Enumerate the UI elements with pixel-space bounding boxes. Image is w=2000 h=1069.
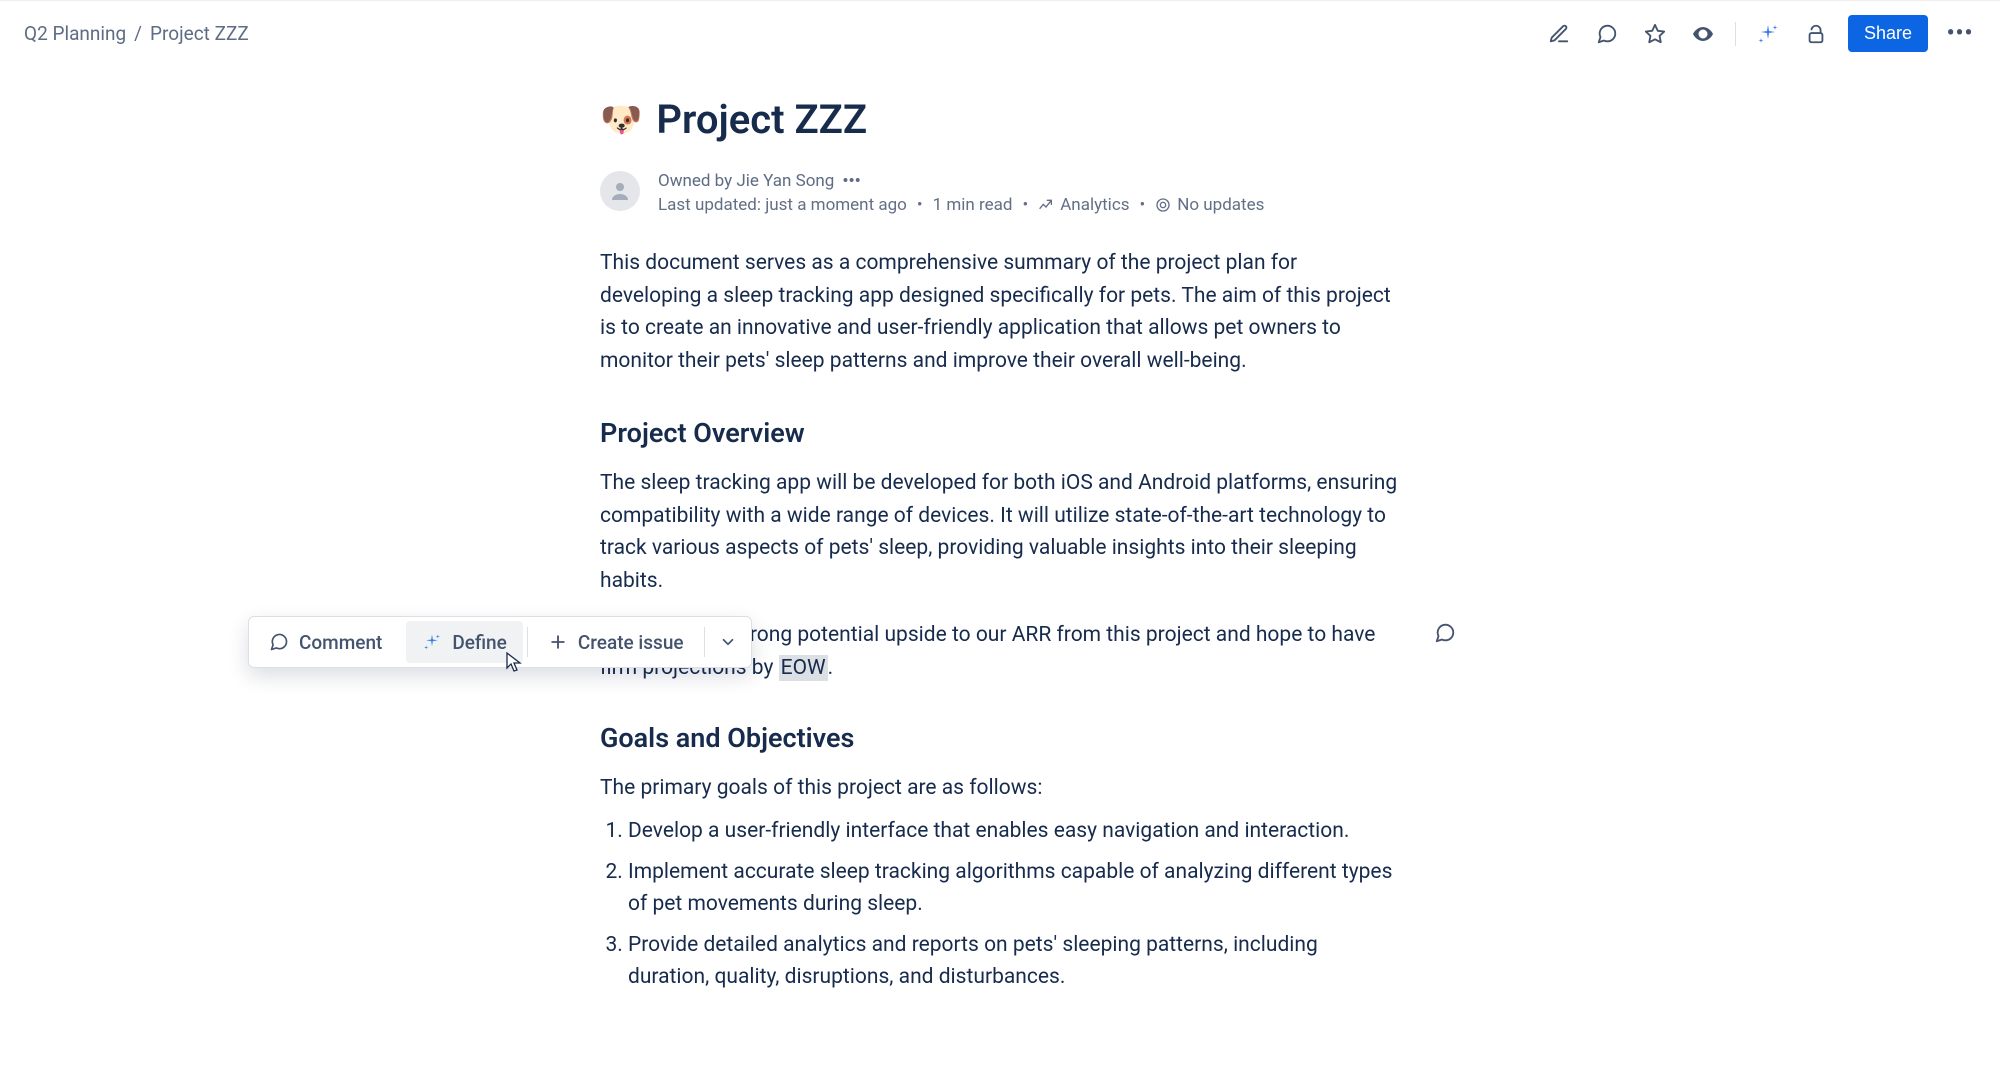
comment-icon[interactable] — [1591, 18, 1623, 50]
owner-label: Owned by Jie Yan Song — [658, 171, 834, 191]
chevron-down-icon — [719, 633, 737, 651]
owner-more-icon[interactable]: ••• — [842, 171, 860, 191]
title-row: 🐶 Project ZZZ — [600, 96, 1400, 143]
selection-toolbar: Comment Define Create issue — [248, 616, 752, 668]
ai-sparkle-icon[interactable] — [1752, 18, 1784, 50]
share-button[interactable]: Share — [1848, 15, 1928, 52]
comment-label: Comment — [299, 631, 382, 654]
analytics-link[interactable]: Analytics — [1038, 195, 1129, 215]
lock-icon[interactable] — [1800, 18, 1832, 50]
create-issue-dropdown[interactable] — [705, 617, 751, 667]
read-time: 1 min read — [933, 195, 1013, 215]
breadcrumb-separator: / — [134, 22, 142, 45]
goals-intro[interactable]: The primary goals of this project are as… — [600, 772, 1400, 805]
overview-heading[interactable]: Project Overview — [600, 417, 1400, 449]
goals-list[interactable]: Develop a user-friendly interface that e… — [600, 815, 1400, 994]
dot: • — [917, 195, 923, 215]
intro-paragraph[interactable]: This document serves as a comprehensive … — [600, 247, 1400, 377]
dot: • — [1022, 195, 1028, 215]
meta-details: Last updated: just a moment ago • 1 min … — [658, 195, 1264, 215]
overview-paragraph-1[interactable]: The sleep tracking app will be developed… — [600, 467, 1400, 597]
owner-line: Owned by Jie Yan Song ••• — [658, 171, 1264, 191]
updates-link[interactable]: No updates — [1155, 195, 1264, 215]
breadcrumb-parent[interactable]: Q2 Planning — [24, 22, 126, 45]
topbar: Q2 Planning / Project ZZZ Share ••• — [0, 0, 2000, 66]
highlighted-text[interactable]: EOW — [779, 655, 828, 681]
page-title[interactable]: Project ZZZ — [656, 96, 867, 143]
list-item[interactable]: Develop a user-friendly interface that e… — [628, 815, 1400, 848]
dot: • — [1140, 195, 1146, 215]
avatar[interactable] — [600, 171, 640, 211]
inline-comment-icon[interactable] — [1434, 622, 1456, 655]
breadcrumb-current: Project ZZZ — [150, 22, 249, 45]
top-actions: Share ••• — [1543, 15, 1976, 52]
meta-text: Owned by Jie Yan Song ••• Last updated: … — [658, 171, 1264, 215]
list-item[interactable]: Provide detailed analytics and reports o… — [628, 929, 1400, 994]
list-item[interactable]: Implement accurate sleep tracking algori… — [628, 856, 1400, 921]
plus-icon — [548, 632, 568, 652]
page-content: 🐶 Project ZZZ Owned by Jie Yan Song ••• … — [600, 66, 1400, 994]
page-emoji[interactable]: 🐶 — [600, 103, 642, 137]
define-button[interactable]: Define — [406, 621, 522, 663]
more-icon[interactable]: ••• — [1944, 18, 1976, 50]
meta-row: Owned by Jie Yan Song ••• Last updated: … — [600, 171, 1400, 215]
goals-heading[interactable]: Goals and Objectives — [600, 722, 1400, 754]
define-label: Define — [452, 631, 506, 654]
last-updated: Last updated: just a moment ago — [658, 195, 907, 215]
comment-icon — [269, 632, 289, 652]
create-issue-label: Create issue — [578, 631, 684, 654]
breadcrumb: Q2 Planning / Project ZZZ — [24, 22, 249, 45]
toolbar-divider — [1735, 22, 1736, 46]
create-issue-button[interactable]: Create issue — [528, 617, 704, 667]
star-icon[interactable] — [1639, 18, 1671, 50]
ai-sparkle-icon — [422, 632, 442, 652]
edit-icon[interactable] — [1543, 18, 1575, 50]
overview-p2-text-b: . — [828, 656, 834, 680]
owner-name[interactable]: Jie Yan Song — [736, 171, 834, 191]
watch-icon[interactable] — [1687, 18, 1719, 50]
comment-button[interactable]: Comment — [249, 617, 402, 667]
